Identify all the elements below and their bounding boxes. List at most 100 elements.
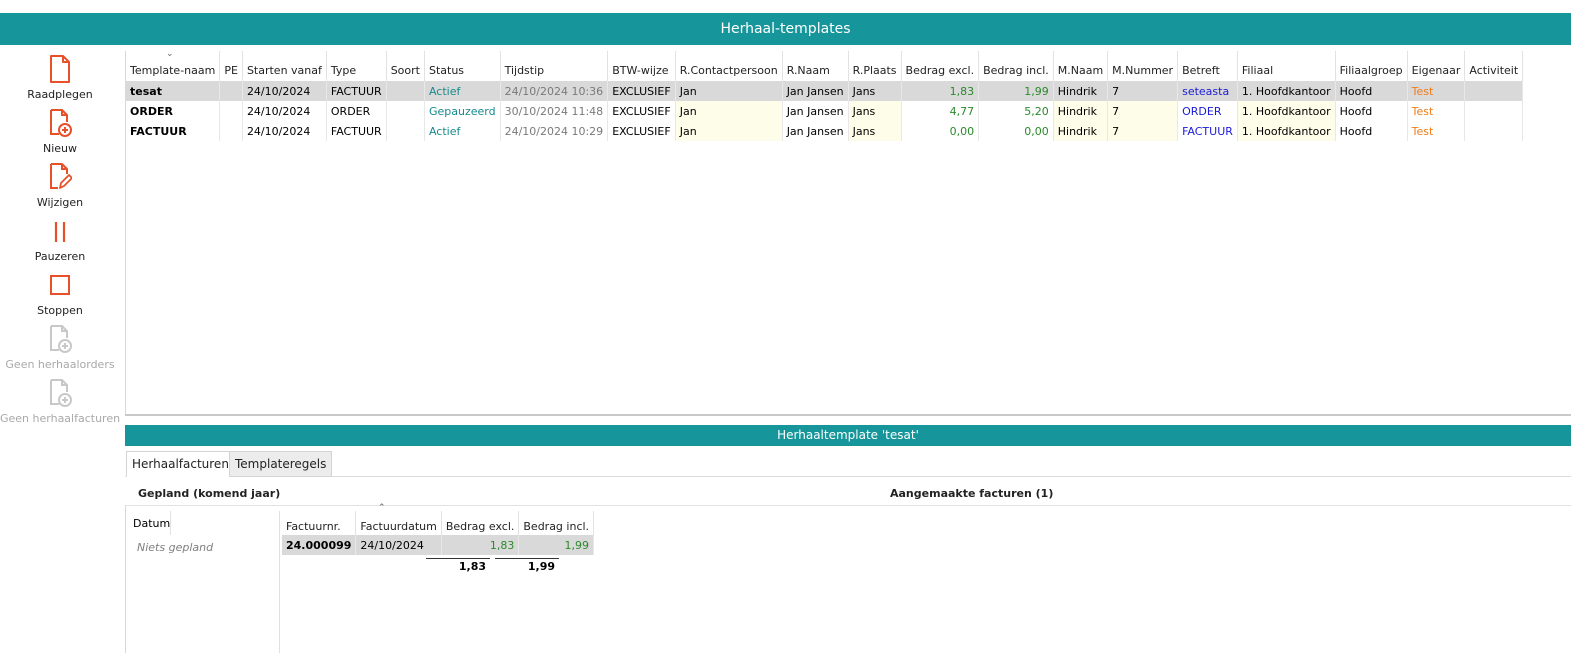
stop-icon <box>50 275 70 295</box>
cell-m-nummer: 7 <box>1107 81 1179 101</box>
pauzeren-button[interactable]: Pauzeren <box>0 214 120 268</box>
col-filiaal[interactable]: Filiaal <box>1237 51 1336 81</box>
cell-filiaalgroep: Hoofd <box>1335 101 1408 121</box>
new-document-disabled-icon <box>50 325 72 353</box>
detail-tabs: Herhaalfacturen Templateregels <box>125 447 1571 477</box>
cell-activiteit <box>1464 121 1524 141</box>
cell-r-plaats: Jans <box>848 121 902 141</box>
templates-grid: ⌄ Template-naam PE Starten vanaf Type So… <box>125 49 1571 415</box>
cell-status: Actief <box>424 121 501 141</box>
raadplegen-button[interactable]: Raadplegen <box>0 52 120 106</box>
col-factuurnr[interactable]: Factuurnr. <box>282 511 357 535</box>
cell-m-nummer: 7 <box>1107 101 1179 121</box>
cell-template-naam: tesat <box>126 81 221 101</box>
geen-herhaalorders-button[interactable]: Geen herhaalorders <box>0 322 120 376</box>
total-underline <box>426 558 490 559</box>
col-activiteit[interactable]: Activiteit <box>1464 51 1524 81</box>
pauzeren-label: Pauzeren <box>34 250 86 263</box>
cell-type: FACTUUR <box>326 81 387 101</box>
geen-herhaalorders-label: Geen herhaalorders <box>5 358 115 371</box>
cell-bedrag-excl: 1,83 <box>441 535 520 555</box>
cell-factuurnr: 24.000099 <box>282 535 357 555</box>
stoppen-button[interactable]: Stoppen <box>0 268 120 322</box>
col-bedrag-excl[interactable]: Bedrag excl. <box>441 511 520 535</box>
col-m-nummer[interactable]: M.Nummer <box>1107 51 1179 81</box>
tab-herhaalfacturen[interactable]: Herhaalfacturen <box>126 451 235 477</box>
table-row[interactable]: 24.000099 24/10/2024 1,83 1,99 <box>282 535 595 555</box>
cell-activiteit <box>1464 81 1524 101</box>
cell-betreft: ORDER <box>1177 101 1238 121</box>
geen-herhaalfacturen-button[interactable]: Geen herhaalfacturen <box>0 376 120 430</box>
sort-descending-icon[interactable]: ⌄ <box>166 49 174 59</box>
table-row[interactable]: FACTUUR 24/10/2024 FACTUUR Actief 24/10/… <box>126 121 1524 141</box>
col-starten-vanaf[interactable]: Starten vanaf <box>242 51 327 81</box>
col-bedrag-excl[interactable]: Bedrag excl. <box>901 51 980 81</box>
nieuw-button[interactable]: Nieuw <box>0 106 120 160</box>
wijzigen-label: Wijzigen <box>36 196 84 209</box>
cell-bedrag-excl: 4,77 <box>901 101 980 121</box>
cell-tijdstip: 24/10/2024 10:36 <box>500 81 609 101</box>
cell-bedrag-incl: 1,99 <box>518 535 595 555</box>
col-soort[interactable]: Soort <box>386 51 425 81</box>
document-icon <box>50 55 70 83</box>
cell-r-plaats: Jans <box>848 101 902 121</box>
sort-ascending-icon[interactable]: ⌃ <box>378 503 386 513</box>
wijzigen-button[interactable]: Wijzigen <box>0 160 120 214</box>
planned-empty-text: Niets gepland <box>137 541 214 554</box>
panel-splitter[interactable] <box>125 414 1571 416</box>
total-underline <box>495 558 559 559</box>
cell-filiaal: 1. Hoofdkantoor <box>1237 121 1336 141</box>
cell-bedrag-incl: 1,99 <box>978 81 1054 101</box>
col-datum[interactable]: Datum <box>129 511 171 535</box>
window-title: Herhaal-templates <box>0 13 1571 45</box>
cell-filiaal: 1. Hoofdkantoor <box>1237 101 1336 121</box>
divider <box>125 505 1571 506</box>
cell-bedrag-incl: 0,00 <box>978 121 1054 141</box>
col-status[interactable]: Status <box>424 51 501 81</box>
tab-templateregels[interactable]: Templateregels <box>229 451 333 477</box>
col-pe[interactable]: PE <box>219 51 243 81</box>
planned-title: Gepland (komend jaar) <box>138 487 281 500</box>
cell-starten-vanaf: 24/10/2024 <box>242 121 327 141</box>
total-excl-value: 1,83 <box>458 560 486 573</box>
cell-m-naam: Hindrik <box>1053 101 1109 121</box>
cell-type: FACTUUR <box>326 121 387 141</box>
cell-r-naam: Jan Jansen <box>782 101 849 121</box>
total-incl-value: 1,99 <box>527 560 555 573</box>
table-row[interactable]: tesat 24/10/2024 FACTUUR Actief 24/10/20… <box>126 81 1524 101</box>
cell-pe <box>219 81 243 101</box>
col-r-plaats[interactable]: R.Plaats <box>848 51 902 81</box>
col-tijdstip[interactable]: Tijdstip <box>500 51 609 81</box>
col-btw-wijze[interactable]: BTW-wijze <box>607 51 676 81</box>
col-betreft[interactable]: Betreft <box>1177 51 1238 81</box>
col-r-naam[interactable]: R.Naam <box>782 51 849 81</box>
col-bedrag-incl[interactable]: Bedrag incl. <box>978 51 1054 81</box>
made-title: Aangemaakte facturen (1) <box>890 487 1054 500</box>
cell-bedrag-excl: 0,00 <box>901 121 980 141</box>
col-m-naam[interactable]: M.Naam <box>1053 51 1109 81</box>
total-excl: 1,83 <box>426 558 490 573</box>
col-type[interactable]: Type <box>326 51 387 81</box>
cell-btw-wijze: EXCLUSIEF <box>607 101 676 121</box>
table-row[interactable]: ORDER 24/10/2024 ORDER Gepauzeerd 30/10/… <box>126 101 1524 121</box>
cell-status: Actief <box>424 81 501 101</box>
cell-r-plaats: Jans <box>848 81 902 101</box>
col-bedrag-incl[interactable]: Bedrag incl. <box>518 511 595 535</box>
cell-m-nummer: 7 <box>1107 121 1179 141</box>
pause-icon <box>54 222 66 242</box>
col-filiaalgroep[interactable]: Filiaalgroep <box>1335 51 1408 81</box>
cell-template-naam: FACTUUR <box>126 121 221 141</box>
col-r-contactpersoon[interactable]: R.Contactpersoon <box>675 51 783 81</box>
cell-r-naam: Jan Jansen <box>782 121 849 141</box>
cell-bedrag-excl: 1,83 <box>901 81 980 101</box>
cell-soort <box>386 101 425 121</box>
cell-eigenaar: Test <box>1407 101 1466 121</box>
col-eigenaar[interactable]: Eigenaar <box>1407 51 1466 81</box>
cell-soort <box>386 121 425 141</box>
cell-btw-wijze: EXCLUSIEF <box>607 121 676 141</box>
cell-filiaalgroep: Hoofd <box>1335 121 1408 141</box>
total-incl: 1,99 <box>495 558 559 573</box>
cell-eigenaar: Test <box>1407 81 1466 101</box>
made-invoices-table: Factuurnr. Factuurdatum Bedrag excl. Bed… <box>282 511 595 555</box>
col-factuurdatum[interactable]: Factuurdatum <box>355 511 442 535</box>
